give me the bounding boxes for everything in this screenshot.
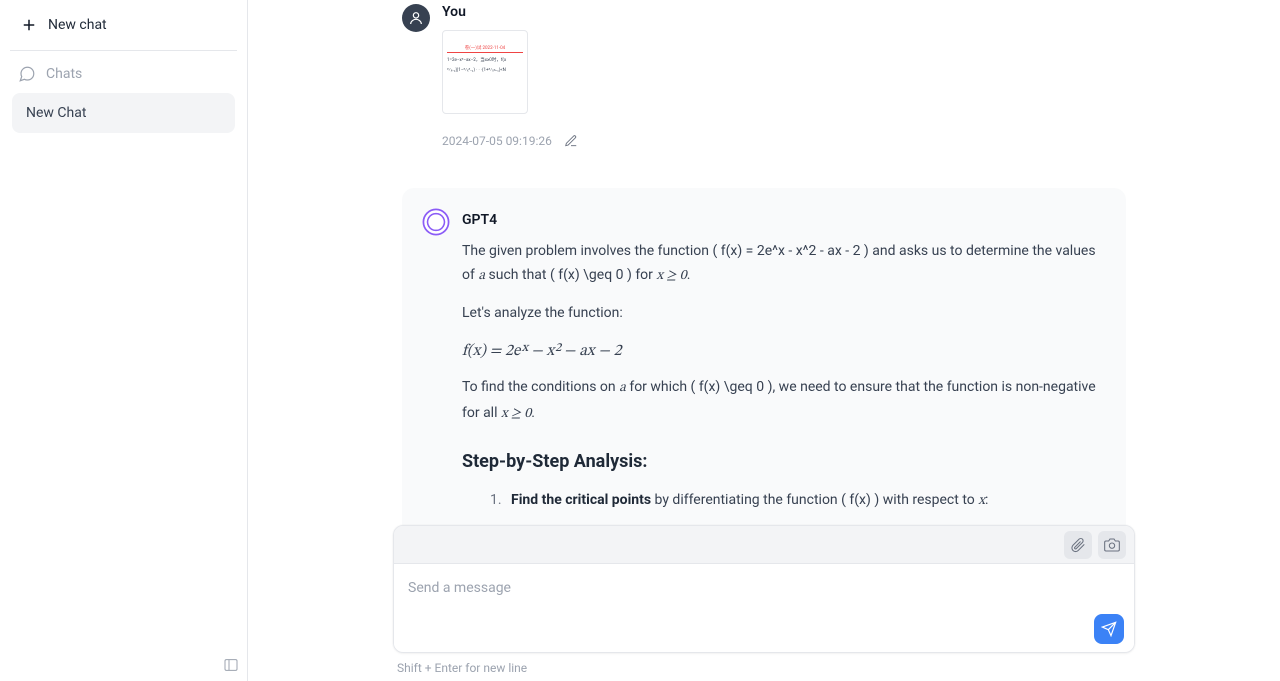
edit-icon[interactable] xyxy=(564,134,578,148)
ordered-list: 1. Find the critical points by different… xyxy=(490,488,1106,514)
composer-toolbar xyxy=(394,526,1134,564)
message-input[interactable] xyxy=(394,564,1134,648)
new-chat-label: New chat xyxy=(48,17,107,33)
divider xyxy=(10,50,237,51)
paperclip-icon xyxy=(1070,537,1086,553)
new-chat-button[interactable]: New chat xyxy=(10,10,237,40)
person-icon xyxy=(408,10,424,26)
send-icon xyxy=(1101,621,1117,637)
sidebar-chat-item[interactable]: New Chat xyxy=(12,93,235,133)
conversation-scroll[interactable]: You 卷(一)试 2022-11-04 1=2e−x²−ax−2，当x≥0时，… xyxy=(248,0,1280,525)
assistant-paragraph: The given problem involves the function … xyxy=(462,239,1106,289)
attachment-thumbnail[interactable]: 卷(一)试 2022-11-04 1=2e−x²−ax−2，当x≥0时，f(x … xyxy=(442,30,528,114)
attachment-title: 卷(一)试 2022-11-04 xyxy=(447,45,523,53)
math-display: f(x) = 2eˣ − x² − ax − 2 xyxy=(462,337,1106,365)
composer xyxy=(393,525,1135,653)
send-button[interactable] xyxy=(1094,614,1124,644)
camera-button[interactable] xyxy=(1098,531,1126,559)
message-timestamp: 2024-07-05 09:19:26 xyxy=(442,134,552,148)
openai-logo-icon xyxy=(422,208,450,236)
attachment-line: ²⁄ₓ₋₁](1−²⁄ₓ²₋₁) · · ·(1+²⁄ₓₙ₋₁)<N xyxy=(447,67,523,73)
chat-bubble-icon xyxy=(18,65,36,83)
user-message: You 卷(一)试 2022-11-04 1=2e−x²−ax−2，当x≥0时，… xyxy=(402,4,1126,148)
chats-section-label: Chats xyxy=(46,66,82,82)
assistant-paragraph: Let's analyze the function: xyxy=(462,301,1106,326)
attachment-line: 1=2e−x²−ax−2，当x≥0时，f(x xyxy=(447,57,523,63)
sidebar: New chat Chats New Chat xyxy=(0,0,248,681)
assistant-avatar xyxy=(422,208,450,236)
user-avatar xyxy=(402,4,430,32)
plus-icon xyxy=(20,16,38,34)
chats-section-header: Chats xyxy=(0,61,247,93)
user-sender-label: You xyxy=(442,4,578,20)
assistant-sender-label: GPT4 xyxy=(462,208,1106,233)
list-item: 1. Find the critical points by different… xyxy=(490,488,1106,514)
message-meta: 2024-07-05 09:19:26 xyxy=(442,134,578,148)
assistant-paragraph: To find the conditions on a for which ( … xyxy=(462,375,1106,426)
sidebar-chat-item-label: New Chat xyxy=(26,105,86,121)
composer-hint: Shift + Enter for new line xyxy=(397,661,1139,675)
assistant-message: GPT4 The given problem involves the func… xyxy=(402,188,1126,525)
sidebar-collapse-icon[interactable] xyxy=(223,657,239,673)
main: You 卷(一)试 2022-11-04 1=2e−x²−ax−2，当x≥0时，… xyxy=(248,0,1280,681)
attach-file-button[interactable] xyxy=(1064,531,1092,559)
assistant-subheading: Step-by-Step Analysis: xyxy=(462,446,1106,478)
camera-icon xyxy=(1104,537,1120,553)
